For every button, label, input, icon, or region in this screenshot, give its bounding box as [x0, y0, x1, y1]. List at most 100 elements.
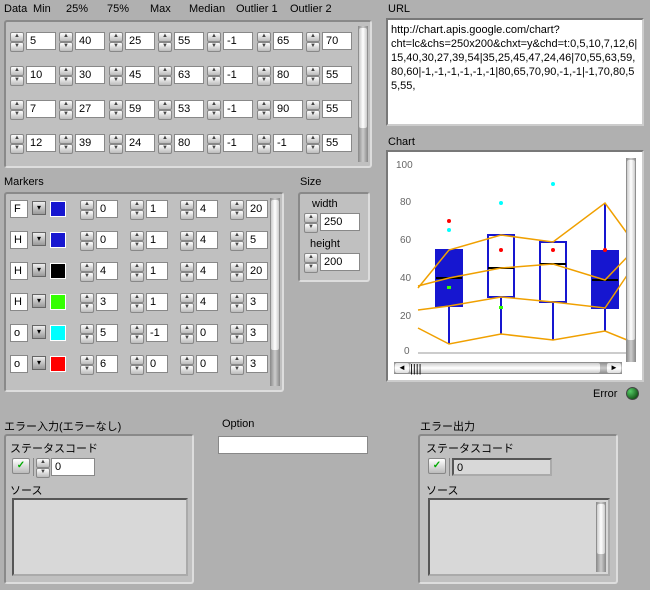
data-spinner[interactable]: ▲▼: [109, 66, 123, 86]
data-spinner[interactable]: ▲▼: [158, 32, 172, 52]
data-spinner[interactable]: ▲▼: [109, 32, 123, 52]
data-field[interactable]: [125, 100, 155, 118]
data-spinner[interactable]: ▲▼: [257, 100, 271, 120]
data-field[interactable]: [26, 134, 56, 152]
data-spinner[interactable]: ▲▼: [10, 100, 24, 120]
marker-dropdown[interactable]: ▾: [32, 201, 46, 215]
marker-color[interactable]: [50, 325, 66, 341]
data-field[interactable]: [26, 100, 56, 118]
marker-spinner[interactable]: ▲▼: [230, 355, 244, 375]
marker-field[interactable]: [96, 231, 118, 249]
marker-spinner[interactable]: ▲▼: [180, 262, 194, 282]
option-field[interactable]: [218, 436, 368, 454]
marker-field[interactable]: [246, 262, 268, 280]
marker-dropdown[interactable]: ▾: [32, 356, 46, 370]
data-spinner[interactable]: ▲▼: [207, 66, 221, 86]
data-spinner[interactable]: ▲▼: [257, 32, 271, 52]
marker-spinner[interactable]: ▲▼: [180, 200, 194, 220]
marker-field[interactable]: [146, 231, 168, 249]
data-spinner[interactable]: ▲▼: [306, 134, 320, 154]
height-field[interactable]: [320, 253, 360, 271]
marker-spinner[interactable]: ▲▼: [180, 293, 194, 313]
data-spinner[interactable]: ▲▼: [306, 32, 320, 52]
error-out-check[interactable]: ✓: [428, 458, 446, 474]
marker-field[interactable]: [246, 200, 268, 218]
chart-hscroll[interactable]: ◄ |||| ►: [394, 362, 622, 374]
data-field[interactable]: [75, 66, 105, 84]
marker-field[interactable]: [96, 200, 118, 218]
data-field[interactable]: [322, 66, 352, 84]
data-spinner[interactable]: ▲▼: [306, 100, 320, 120]
marker-color[interactable]: [50, 356, 66, 372]
marker-type[interactable]: [10, 293, 28, 311]
data-spinner[interactable]: ▲▼: [109, 134, 123, 154]
marker-color[interactable]: [50, 263, 66, 279]
marker-field[interactable]: [196, 355, 218, 373]
marker-spinner[interactable]: ▲▼: [80, 231, 94, 251]
error-in-status-field[interactable]: [51, 458, 95, 476]
marker-field[interactable]: [146, 262, 168, 280]
data-spinner[interactable]: ▲▼: [10, 66, 24, 86]
data-field[interactable]: [273, 134, 303, 152]
error-in-status-spinner[interactable]: ▲▼: [36, 458, 50, 478]
data-field[interactable]: [75, 134, 105, 152]
marker-dropdown[interactable]: ▾: [32, 232, 46, 246]
width-spinner[interactable]: ▲▼: [304, 213, 318, 233]
marker-spinner[interactable]: ▲▼: [80, 200, 94, 220]
marker-field[interactable]: [96, 262, 118, 280]
marker-spinner[interactable]: ▲▼: [230, 200, 244, 220]
width-field[interactable]: [320, 213, 360, 231]
data-field[interactable]: [273, 66, 303, 84]
marker-type[interactable]: [10, 262, 28, 280]
data-field[interactable]: [174, 32, 204, 50]
marker-spinner[interactable]: ▲▼: [230, 262, 244, 282]
height-spinner[interactable]: ▲▼: [304, 253, 318, 273]
marker-dropdown[interactable]: ▾: [32, 325, 46, 339]
marker-spinner[interactable]: ▲▼: [180, 231, 194, 251]
marker-field[interactable]: [246, 355, 268, 373]
error-in-check[interactable]: ✓: [12, 458, 30, 474]
marker-field[interactable]: [246, 324, 268, 342]
data-spinner[interactable]: ▲▼: [10, 32, 24, 52]
marker-spinner[interactable]: ▲▼: [180, 324, 194, 344]
data-field[interactable]: [125, 66, 155, 84]
marker-spinner[interactable]: ▲▼: [180, 355, 194, 375]
marker-color[interactable]: [50, 294, 66, 310]
data-field[interactable]: [273, 100, 303, 118]
data-field[interactable]: [223, 100, 253, 118]
marker-type[interactable]: [10, 231, 28, 249]
data-field[interactable]: [174, 100, 204, 118]
url-text[interactable]: http://chart.apis.google.com/chart?cht=l…: [386, 18, 644, 126]
data-spinner[interactable]: ▲▼: [59, 32, 73, 52]
marker-field[interactable]: [146, 324, 168, 342]
marker-spinner[interactable]: ▲▼: [130, 231, 144, 251]
data-field[interactable]: [26, 66, 56, 84]
data-field[interactable]: [75, 100, 105, 118]
data-field[interactable]: [125, 134, 155, 152]
marker-color[interactable]: [50, 232, 66, 248]
marker-field[interactable]: [146, 355, 168, 373]
marker-spinner[interactable]: ▲▼: [130, 262, 144, 282]
data-field[interactable]: [125, 32, 155, 50]
error-in-source-box[interactable]: [12, 498, 188, 576]
marker-field[interactable]: [96, 355, 118, 373]
data-field[interactable]: [26, 32, 56, 50]
marker-field[interactable]: [196, 200, 218, 218]
data-field[interactable]: [322, 134, 352, 152]
data-spinner[interactable]: ▲▼: [10, 134, 24, 154]
data-spinner[interactable]: ▲▼: [158, 134, 172, 154]
marker-spinner[interactable]: ▲▼: [130, 324, 144, 344]
marker-spinner[interactable]: ▲▼: [80, 324, 94, 344]
marker-field[interactable]: [96, 324, 118, 342]
marker-field[interactable]: [246, 231, 268, 249]
data-spinner[interactable]: ▲▼: [158, 100, 172, 120]
data-spinner[interactable]: ▲▼: [109, 100, 123, 120]
marker-spinner[interactable]: ▲▼: [130, 293, 144, 313]
data-spinner[interactable]: ▲▼: [59, 66, 73, 86]
marker-spinner[interactable]: ▲▼: [80, 293, 94, 313]
data-field[interactable]: [223, 134, 253, 152]
data-field[interactable]: [322, 32, 352, 50]
data-vscroll[interactable]: [358, 26, 368, 162]
data-field[interactable]: [174, 134, 204, 152]
marker-field[interactable]: [196, 262, 218, 280]
